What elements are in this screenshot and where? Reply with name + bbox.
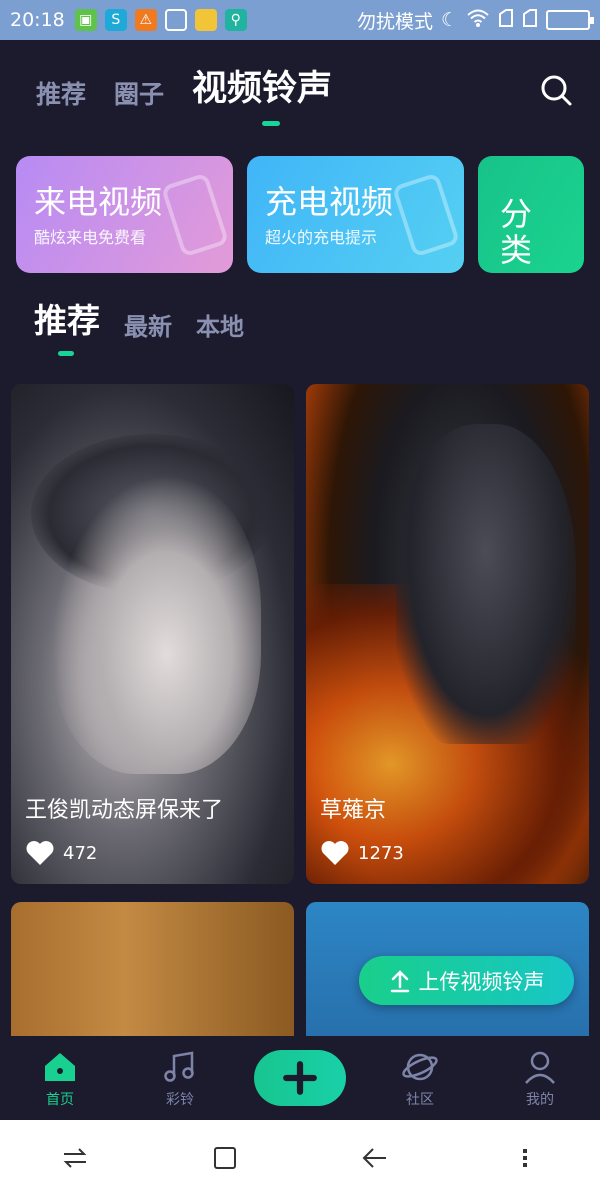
like-count: 472 [63,842,98,864]
plus-icon [283,1061,317,1095]
active-tab-indicator [262,121,280,126]
warning-icon: ⚠ [134,9,157,31]
battery-icon [546,10,594,30]
subtab-local[interactable]: 本地 [196,307,244,342]
video-likes[interactable]: 472 [25,840,97,866]
category-card[interactable]: 分类 [478,156,584,273]
user-icon [525,1051,555,1084]
status-bar: 20:18 ▣ S ⚠ ⚲ 勿扰模式 ☾ [0,0,600,40]
planet-icon [402,1053,438,1081]
video-title: 草薙京 [320,798,387,823]
usb-icon: ⚲ [224,9,247,31]
brush-icon [164,9,187,31]
nav-community[interactable]: 社区 [360,1047,480,1109]
swap-icon [63,1148,87,1168]
charging-video-card[interactable]: 充电视频 超火的充电提示 [247,156,464,273]
tab-recommend[interactable]: 推荐 [36,75,86,111]
moon-icon: ☾ [440,9,458,31]
heart-icon [26,841,54,865]
video-title: 王俊凯动态屏保来了 [25,798,224,823]
upload-label: 上传视频铃声 [418,969,545,994]
active-subtab-indicator [58,351,74,356]
system-nav-bar [0,1120,600,1200]
feature-cards: 来电视频 酷炫来电免费看 充电视频 超火的充电提示 分类 [16,156,584,273]
nav-home[interactable]: 首页 [0,1047,120,1109]
like-count: 1273 [358,842,404,864]
status-right: 勿扰模式 ☾ [356,7,594,34]
home-icon [45,1053,75,1081]
video-card[interactable] [11,902,294,1036]
wifi-icon [466,8,490,33]
thumbnail-art [51,474,261,774]
upload-video-ringtone-button[interactable]: 上传视频铃声 [359,956,574,1005]
menu-button[interactable] [510,1143,540,1177]
square-icon [214,1147,236,1169]
bottom-nav: 首页 彩铃 社区 我的 [0,1036,600,1120]
subtab-latest[interactable]: 最新 [124,307,172,342]
add-button[interactable] [254,1050,346,1106]
nav-label: 首页 [46,1092,74,1108]
sync-icon: S [104,9,127,31]
folder-icon [194,9,217,31]
nav-ringtone[interactable]: 彩铃 [120,1047,240,1109]
video-likes[interactable]: 1273 [320,840,404,866]
nav-add[interactable] [240,1050,360,1106]
top-tabs: 推荐 圈子 视频铃声 [36,60,332,111]
incoming-call-video-card[interactable]: 来电视频 酷炫来电免费看 [16,156,233,273]
sub-tabs: 推荐 最新 本地 [34,294,244,342]
thumbnail-art [396,424,576,744]
video-card[interactable]: 王俊凯动态屏保来了 472 [11,384,294,884]
video-card[interactable]: 草薙京 1273 [306,384,589,884]
nav-label: 我的 [526,1092,554,1108]
video-grid: 王俊凯动态屏保来了 472 草薙京 1273 [11,384,589,1036]
signal-icon [498,8,514,33]
nav-label: 彩铃 [166,1092,194,1108]
nav-mine[interactable]: 我的 [480,1047,600,1109]
heart-icon [321,841,349,865]
card-title: 分类 [500,195,533,269]
app-notification-icon: ▣ [74,9,97,31]
tab-circle[interactable]: 圈子 [114,75,164,111]
search-button[interactable] [538,72,574,108]
subtab-recommend[interactable]: 推荐 [34,294,100,342]
dnd-mode-label: 勿扰模式 [356,10,433,33]
search-icon [541,75,572,106]
music-icon [164,1051,194,1082]
tab-video-ringtone[interactable]: 视频铃声 [192,60,332,111]
signal-icon-2 [522,8,538,33]
status-time: 20:18 [10,9,65,31]
nav-label: 社区 [406,1092,434,1108]
switch-apps-button[interactable] [60,1143,90,1177]
back-arrow-icon [362,1148,386,1168]
home-button[interactable] [210,1143,240,1177]
more-vertical-icon [523,1149,527,1167]
back-button[interactable] [360,1143,390,1177]
upload-icon [390,969,409,992]
